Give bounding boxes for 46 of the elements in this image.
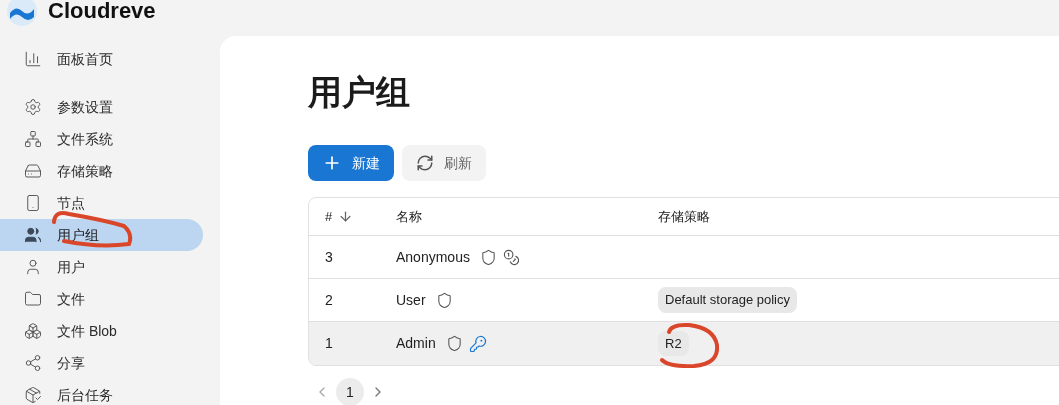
- policy-chip: Default storage policy: [658, 287, 797, 313]
- hierarchy-icon: [24, 130, 42, 148]
- coins-icon: [502, 248, 520, 266]
- share-icon: [24, 354, 42, 372]
- table-row[interactable]: 1 Admin R2: [309, 322, 1059, 365]
- sidebar-item[interactable]: 参数设置: [0, 91, 203, 123]
- sidebar-item[interactable]: 文件 Blob: [0, 315, 203, 347]
- sidebar-item[interactable]: 节点: [0, 187, 203, 219]
- page-title: 用户组: [308, 72, 411, 112]
- people-icon: [24, 226, 42, 244]
- key-icon: [468, 334, 487, 353]
- sidebar-item[interactable]: 文件系统: [0, 123, 203, 155]
- sort-arrow-icon[interactable]: [338, 209, 354, 224]
- column-header: 存储策略: [658, 208, 710, 224]
- sidebar-item[interactable]: 文件: [0, 283, 203, 315]
- table-cell-text: Admin: [396, 334, 436, 353]
- policy-chip: R2: [658, 330, 689, 357]
- gear-icon: [24, 98, 42, 116]
- sidebar-item[interactable]: 用户: [0, 251, 203, 283]
- table-cell: 1: [325, 335, 333, 351]
- shield-icon: [479, 248, 497, 266]
- column-header: #: [325, 207, 333, 226]
- column-header: 名称: [396, 208, 422, 224]
- box-icon: [24, 386, 42, 404]
- brand-name: Cloudreve: [48, 0, 156, 25]
- person-icon: [24, 258, 42, 276]
- refresh-icon: [416, 154, 434, 172]
- sidebar-item[interactable]: 存储策略: [0, 155, 203, 187]
- shield-icon: [435, 291, 453, 309]
- page-button[interactable]: 1: [336, 378, 364, 405]
- bar-chart-icon: [24, 50, 42, 68]
- phone-icon: [24, 194, 42, 212]
- cubes-icon: [24, 322, 42, 340]
- sidebar-item[interactable]: 分享: [0, 347, 203, 379]
- table-cell: 2: [325, 291, 333, 308]
- shield-icon: [445, 335, 463, 352]
- table-cell: 3: [325, 248, 333, 265]
- refresh-button[interactable]: 刷新: [402, 145, 486, 181]
- new-button[interactable]: 新建: [308, 145, 394, 181]
- cloud-logo-icon: [6, 0, 38, 27]
- sidebar-item[interactable]: 后台任务: [0, 379, 203, 405]
- table-cell-text: User: [396, 290, 426, 310]
- table-cell-text: Anonymous: [396, 247, 470, 267]
- folder-icon: [24, 290, 42, 308]
- sidebar-item[interactable]: 面板首页: [0, 43, 203, 75]
- drive-icon: [24, 162, 42, 180]
